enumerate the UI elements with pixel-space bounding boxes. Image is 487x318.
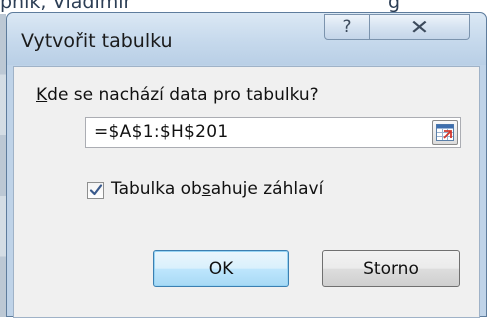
has-headers-label[interactable]: Tabulka obsahuje záhlaví: [111, 179, 323, 199]
create-table-dialog: Vytvořit tabulku ? ✕ Kde se nachází data…: [6, 12, 487, 318]
table-range-value[interactable]: =$A$1:$H$201: [94, 122, 229, 142]
ok-button-label: OK: [208, 258, 234, 279]
question-text: de se nachází data pro tabulku?: [47, 85, 319, 105]
cancel-button-label: Storno: [363, 258, 419, 279]
checkbox-label-end: ahuje záhlaví: [210, 179, 324, 199]
has-headers-checkbox[interactable]: [87, 182, 104, 199]
range-question-label: Kde se nachází data pro tabulku?: [36, 85, 319, 105]
help-icon: ?: [342, 17, 352, 37]
checkbox-label-start: Tabulka ob: [111, 179, 202, 199]
collapse-dialog-button[interactable]: [432, 120, 458, 145]
checkbox-accelerator: s: [201, 179, 211, 199]
dialog-title-bar[interactable]: Vytvořit tabulku ? ✕: [7, 13, 486, 65]
dialog-client-area: Kde se nachází data pro tabulku? =$A$1:$…: [13, 66, 480, 318]
collapse-dialog-icon: [436, 124, 454, 141]
close-icon: ✕: [409, 15, 430, 39]
question-accelerator: K: [36, 85, 48, 105]
ok-button[interactable]: OK: [153, 250, 289, 287]
close-button[interactable]: ✕: [370, 14, 470, 40]
cancel-button[interactable]: Storno: [322, 250, 460, 287]
table-range-input[interactable]: =$A$1:$H$201: [85, 117, 461, 148]
help-button[interactable]: ?: [324, 14, 370, 40]
dialog-title: Vytvořit tabulku: [21, 30, 173, 52]
checkmark-icon: [89, 184, 103, 196]
